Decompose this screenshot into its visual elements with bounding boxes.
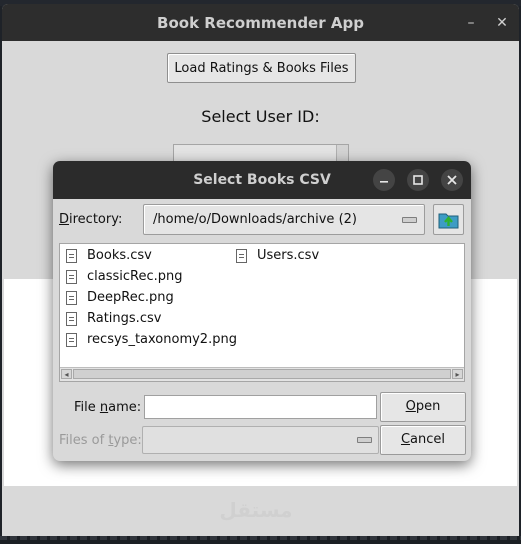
folder-up-icon	[438, 213, 459, 229]
parent-directory-button[interactable]	[433, 204, 464, 235]
dropdown-icon[interactable]	[357, 437, 372, 443]
close-icon[interactable]: ✕	[492, 13, 512, 33]
file-icon	[66, 333, 77, 347]
file-type-label: Files of type:	[59, 433, 142, 448]
background-desktop-bottom	[0, 536, 521, 544]
app-title: Book Recommender App	[157, 14, 364, 32]
scroll-right-icon[interactable]: ▸	[452, 369, 463, 379]
cancel-button[interactable]: Cancel	[380, 425, 466, 455]
file-list[interactable]: Books.csv classicRec.png DeepRec.png Rat…	[59, 243, 465, 382]
dialog-titlebar: Select Books CSV	[53, 161, 471, 199]
horizontal-scrollbar[interactable]: ◂ ▸	[60, 367, 464, 381]
scroll-left-icon[interactable]: ◂	[61, 369, 72, 379]
select-user-label: Select User ID:	[201, 107, 320, 126]
close-icon[interactable]	[441, 169, 463, 191]
select-books-dialog: Select Books CSV Directory: /home/o/Down…	[53, 161, 471, 461]
file-type-combobox[interactable]	[142, 426, 379, 454]
file-name-label: File name:	[74, 400, 142, 415]
file-icon	[66, 291, 77, 305]
dropdown-icon[interactable]	[402, 217, 417, 223]
watermark-logo: مستقل	[219, 498, 293, 522]
open-button[interactable]: Open	[380, 392, 466, 422]
file-icon	[236, 249, 247, 263]
file-name-input[interactable]	[144, 395, 377, 419]
directory-label: Directory:	[59, 212, 123, 227]
app-titlebar: Book Recommender App – ✕	[2, 4, 519, 41]
maximize-icon[interactable]	[407, 169, 429, 191]
directory-path: /home/o/Downloads/archive (2)	[153, 212, 357, 227]
minimize-icon[interactable]	[373, 169, 395, 191]
directory-combobox[interactable]: /home/o/Downloads/archive (2)	[143, 204, 425, 235]
minimize-icon[interactable]: –	[461, 13, 481, 33]
file-icon	[66, 270, 77, 284]
scrollbar-thumb[interactable]	[73, 369, 451, 379]
file-icon	[66, 249, 77, 263]
file-icon	[66, 312, 77, 326]
load-files-button[interactable]: Load Ratings & Books Files	[167, 53, 356, 83]
